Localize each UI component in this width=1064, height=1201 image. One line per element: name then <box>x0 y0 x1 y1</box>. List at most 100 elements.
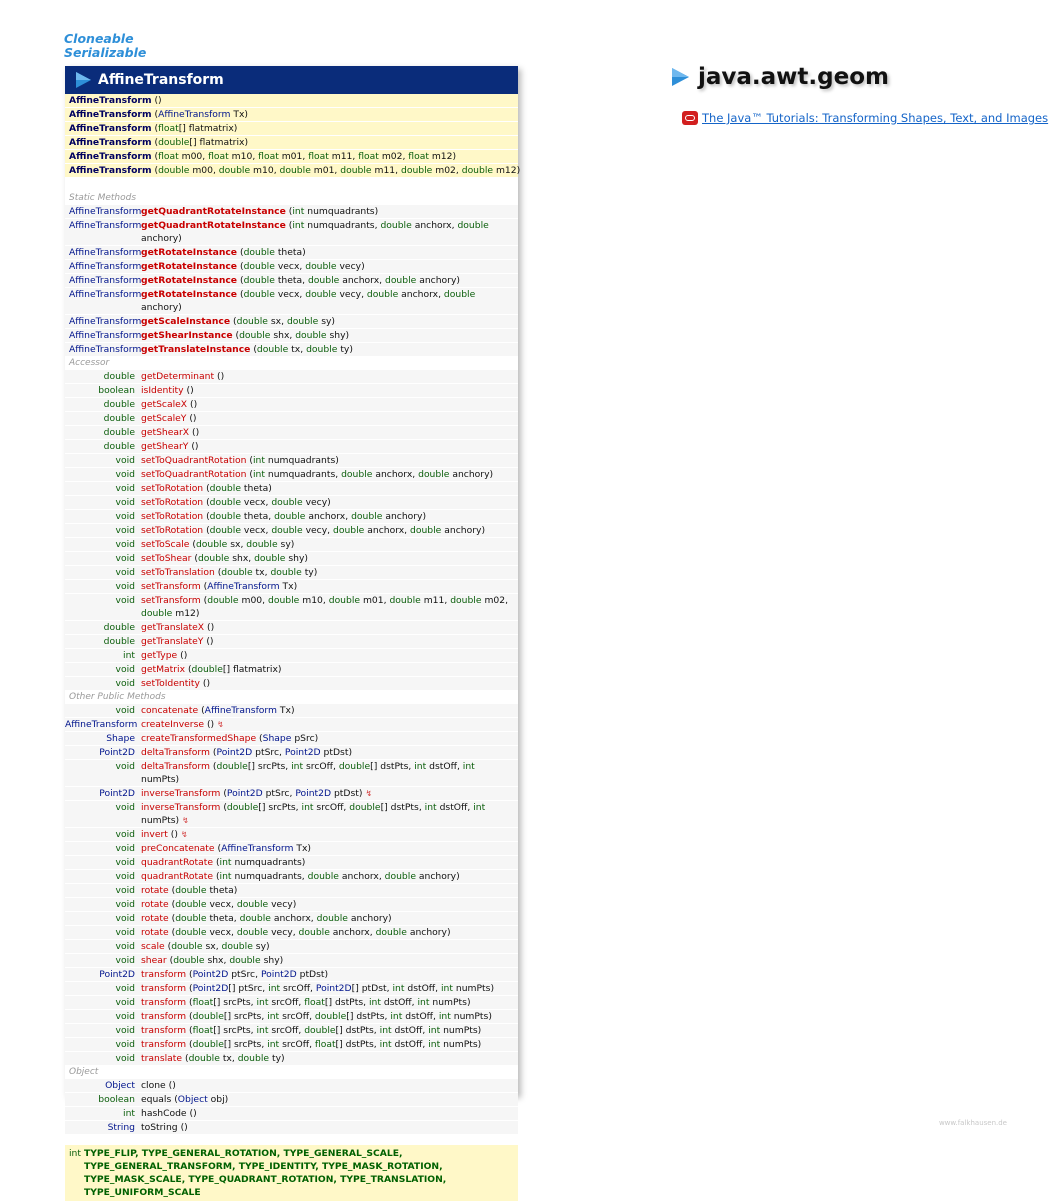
method-name[interactable]: getTranslateInstance <box>141 344 250 355</box>
method-row[interactable]: AffineTransform getRotateInstance (double… <box>65 274 518 288</box>
method-name[interactable]: getRotateInstance <box>141 247 237 258</box>
method-row[interactable]: double getShearY () <box>65 440 518 454</box>
method-name[interactable]: quadrantRotate <box>141 871 213 882</box>
method-row[interactable]: int hashCode () <box>65 1107 518 1121</box>
method-name[interactable]: setToTranslation <box>141 567 215 578</box>
method-row[interactable]: double getTranslateX () <box>65 621 518 635</box>
method-row[interactable]: void setToScale (double sx, double sy) <box>65 538 518 552</box>
method-row[interactable]: void setToQuadrantRotation (int numquadra… <box>65 454 518 468</box>
method-row[interactable]: AffineTransform getTranslateInstance (dou… <box>65 343 518 357</box>
method-row[interactable]: AffineTransform getQuadrantRotateInstance… <box>65 219 518 246</box>
method-row[interactable]: AffineTransform getRotateInstance (double… <box>65 288 518 315</box>
method-row[interactable]: void transform (float[] srcPts, int srcOf… <box>65 1024 518 1038</box>
method-name[interactable]: getShearY <box>141 441 188 452</box>
method-name[interactable]: shear <box>141 955 167 966</box>
method-row[interactable]: double getTranslateY () <box>65 635 518 649</box>
method-name[interactable]: getType <box>141 650 177 661</box>
method-name[interactable]: setToRotation <box>141 525 203 536</box>
method-name[interactable]: getRotateInstance <box>141 275 237 286</box>
constants-names[interactable]: TYPE_FLIP, TYPE_GENERAL_ROTATION, TYPE_G… <box>84 1147 514 1199</box>
method-name[interactable]: createInverse <box>141 719 204 730</box>
method-name[interactable]: setToIdentity <box>141 678 200 689</box>
method-name[interactable]: setToRotation <box>141 497 203 508</box>
method-name[interactable]: setToQuadrantRotation <box>141 455 246 466</box>
method-name[interactable]: quadrantRotate <box>141 857 213 868</box>
method-row[interactable]: AffineTransform createInverse () ↯ <box>65 718 518 732</box>
method-row[interactable]: void quadrantRotate (int numquadrants) <box>65 856 518 870</box>
constructor-row[interactable]: AffineTransform () <box>65 94 518 108</box>
method-name[interactable]: getShearInstance <box>141 330 233 341</box>
method-row[interactable]: void transform (double[] srcPts, int srcO… <box>65 1010 518 1024</box>
method-row[interactable]: void setTransform (double m00, double m10… <box>65 594 518 621</box>
method-row[interactable]: boolean isIdentity () <box>65 384 518 398</box>
method-name[interactable]: transform <box>141 1011 186 1022</box>
method-name[interactable]: transform <box>141 983 186 994</box>
method-row[interactable]: String toString () <box>65 1121 518 1135</box>
method-name[interactable]: rotate <box>141 927 169 938</box>
method-row[interactable]: void preConcatenate (AffineTransform Tx) <box>65 842 518 856</box>
method-name[interactable]: concatenate <box>141 705 198 716</box>
method-name[interactable]: hashCode <box>141 1108 187 1119</box>
method-name[interactable]: transform <box>141 997 186 1008</box>
method-row[interactable]: void invert () ↯ <box>65 828 518 842</box>
method-name[interactable]: rotate <box>141 899 169 910</box>
method-row[interactable]: Shape createTransformedShape (Shape pSrc) <box>65 732 518 746</box>
method-row[interactable]: void setToRotation (double vecx, double v… <box>65 496 518 510</box>
method-row[interactable]: boolean equals (Object obj) <box>65 1093 518 1107</box>
method-name[interactable]: getTranslateY <box>141 636 203 647</box>
constructor-row[interactable]: AffineTransform (float[] flatmatrix) <box>65 122 518 136</box>
method-row[interactable]: void inverseTransform (double[] srcPts, i… <box>65 801 518 828</box>
method-name[interactable]: preConcatenate <box>141 843 215 854</box>
class-name[interactable]: AffineTransform <box>98 72 224 88</box>
method-row[interactable]: Point2D deltaTransform (Point2D ptSrc, Po… <box>65 746 518 760</box>
method-row[interactable]: void transform (float[] srcPts, int srcOf… <box>65 996 518 1010</box>
method-row[interactable]: void getMatrix (double[] flatmatrix) <box>65 663 518 677</box>
method-row[interactable]: void quadrantRotate (int numquadrants, do… <box>65 870 518 884</box>
method-name[interactable]: inverseTransform <box>141 802 220 813</box>
method-name[interactable]: inverseTransform <box>141 788 220 799</box>
method-row[interactable]: AffineTransform getRotateInstance (double… <box>65 260 518 274</box>
method-name[interactable]: getShearX <box>141 427 189 438</box>
method-name[interactable]: setTransform <box>141 581 201 592</box>
method-row[interactable]: void setToTranslation (double tx, double … <box>65 566 518 580</box>
method-row[interactable]: double getShearX () <box>65 426 518 440</box>
method-name[interactable]: setToRotation <box>141 511 203 522</box>
method-name[interactable]: rotate <box>141 913 169 924</box>
method-name[interactable]: getQuadrantRotateInstance <box>141 220 286 231</box>
method-name[interactable]: getQuadrantRotateInstance <box>141 206 286 217</box>
constructor-row[interactable]: AffineTransform (float m00, float m10, f… <box>65 150 518 164</box>
method-name[interactable]: toString <box>141 1122 178 1133</box>
package-name[interactable]: java.awt.geom <box>698 64 889 90</box>
method-name[interactable]: transform <box>141 1025 186 1036</box>
method-row[interactable]: double getDeterminant () <box>65 370 518 384</box>
method-name[interactable]: getScaleX <box>141 399 187 410</box>
tutorial-link[interactable]: The Java™ Tutorials: Transforming Shapes… <box>702 111 1048 125</box>
method-row[interactable]: double getScaleX () <box>65 398 518 412</box>
method-name[interactable]: getMatrix <box>141 664 185 675</box>
method-row[interactable]: double getScaleY () <box>65 412 518 426</box>
method-name[interactable]: translate <box>141 1053 182 1064</box>
method-name[interactable]: transform <box>141 1039 186 1050</box>
method-row[interactable]: void shear (double shx, double shy) <box>65 954 518 968</box>
method-row[interactable]: void translate (double tx, double ty) <box>65 1052 518 1066</box>
method-name[interactable]: setTransform <box>141 595 201 606</box>
method-row[interactable]: Point2D inverseTransform (Point2D ptSrc, … <box>65 787 518 801</box>
method-row[interactable]: AffineTransform getQuadrantRotateInstance… <box>65 205 518 219</box>
method-name[interactable]: isIdentity <box>141 385 184 396</box>
method-row[interactable]: void setToShear (double shx, double shy) <box>65 552 518 566</box>
method-name[interactable]: getDeterminant <box>141 371 214 382</box>
method-name[interactable]: equals <box>141 1094 171 1105</box>
method-name[interactable]: transform <box>141 969 186 980</box>
constructor-row[interactable]: AffineTransform (double[] flatmatrix) <box>65 136 518 150</box>
method-name[interactable]: invert <box>141 829 168 840</box>
method-name[interactable]: rotate <box>141 885 169 896</box>
method-row[interactable]: void setToQuadrantRotation (int numquadra… <box>65 468 518 482</box>
method-row[interactable]: void rotate (double theta) <box>65 884 518 898</box>
method-name[interactable]: getScaleInstance <box>141 316 230 327</box>
method-name[interactable]: getRotateInstance <box>141 261 237 272</box>
method-name[interactable]: setToShear <box>141 553 191 564</box>
method-name[interactable]: setToRotation <box>141 483 203 494</box>
method-name[interactable]: deltaTransform <box>141 747 210 758</box>
method-row[interactable]: AffineTransform getRotateInstance (double… <box>65 246 518 260</box>
method-row[interactable]: void concatenate (AffineTransform Tx) <box>65 704 518 718</box>
